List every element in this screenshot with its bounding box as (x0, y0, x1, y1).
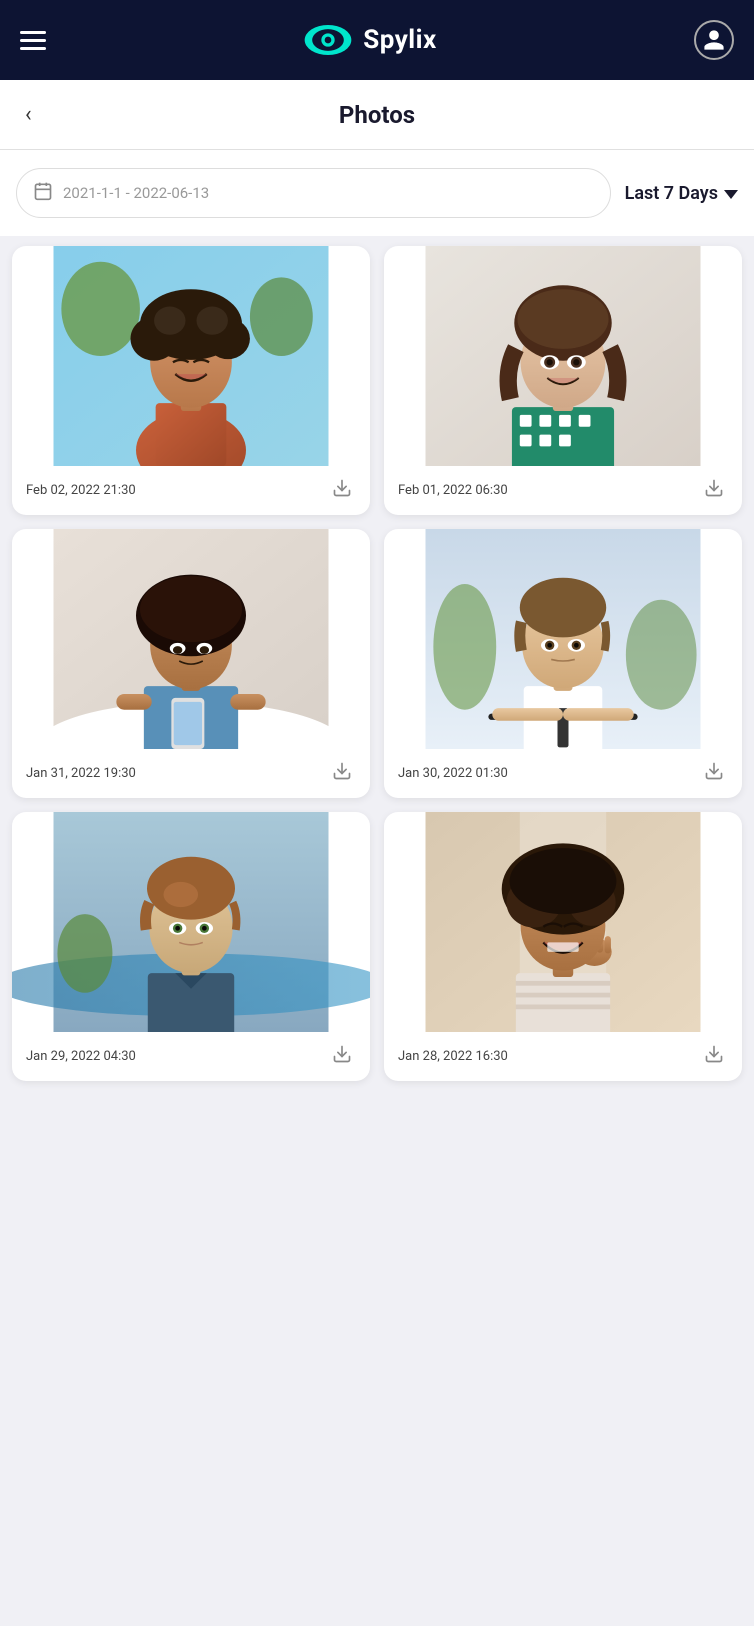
date-range-text: 2021-1-1 - 2022-06-13 (63, 184, 209, 202)
photo-info: Feb 01, 2022 06:30 (384, 466, 742, 515)
photo-thumbnail-2[interactable] (384, 246, 742, 466)
photo-card-2: Feb 01, 2022 06:30 (384, 246, 742, 515)
download-button[interactable] (700, 476, 728, 505)
photo-thumbnail-4[interactable] (384, 529, 742, 749)
days-filter-label: Last 7 Days (625, 183, 718, 204)
spylix-logo-icon (303, 24, 353, 56)
days-filter-dropdown[interactable]: Last 7 Days (625, 183, 738, 204)
page-header: ‹ Photos (0, 80, 754, 150)
calendar-icon (33, 181, 53, 206)
photo-timestamp: Jan 31, 2022 19:30 (26, 766, 136, 781)
photo-card-5: Jan 29, 2022 04:30 (12, 812, 370, 1081)
chevron-down-icon (724, 190, 738, 199)
photo-info: Jan 31, 2022 19:30 (12, 749, 370, 798)
photo-timestamp: Jan 30, 2022 01:30 (398, 766, 508, 781)
photo-thumbnail-3[interactable] (12, 529, 370, 749)
photo-timestamp: Feb 01, 2022 06:30 (398, 483, 508, 498)
hamburger-menu-icon[interactable] (20, 31, 46, 50)
page-title: Photos (339, 101, 415, 129)
photo-info: Jan 28, 2022 16:30 (384, 1032, 742, 1081)
photos-grid: Feb 02, 2022 21:30 (0, 236, 754, 1091)
photo-card-4: Jan 30, 2022 01:30 (384, 529, 742, 798)
back-button[interactable]: ‹ (20, 97, 37, 132)
filter-bar: 2021-1-1 - 2022-06-13 Last 7 Days (0, 150, 754, 236)
photo-timestamp: Feb 02, 2022 21:30 (26, 483, 136, 498)
logo-container: Spylix (303, 24, 437, 56)
photo-card-6: Jan 28, 2022 16:30 (384, 812, 742, 1081)
app-container: Spylix ‹ Photos 2021-1-1 - 2022-06-13 (0, 0, 754, 1626)
photo-card-3: Jan 31, 2022 19:30 (12, 529, 370, 798)
download-button[interactable] (700, 759, 728, 788)
photo-timestamp: Jan 28, 2022 16:30 (398, 1049, 508, 1064)
photo-info: Jan 30, 2022 01:30 (384, 749, 742, 798)
photo-card-1: Feb 02, 2022 21:30 (12, 246, 370, 515)
photo-thumbnail-6[interactable] (384, 812, 742, 1032)
logo-text: Spylix (363, 25, 437, 55)
download-button[interactable] (328, 759, 356, 788)
header: Spylix (0, 0, 754, 80)
user-icon (702, 28, 726, 52)
download-button[interactable] (328, 476, 356, 505)
download-button[interactable] (700, 1042, 728, 1071)
photo-info: Jan 29, 2022 04:30 (12, 1032, 370, 1081)
photo-thumbnail-5[interactable] (12, 812, 370, 1032)
download-button[interactable] (328, 1042, 356, 1071)
photo-thumbnail-1[interactable] (12, 246, 370, 466)
photo-info: Feb 02, 2022 21:30 (12, 466, 370, 515)
photo-timestamp: Jan 29, 2022 04:30 (26, 1049, 136, 1064)
date-range-input[interactable]: 2021-1-1 - 2022-06-13 (16, 168, 611, 218)
profile-icon[interactable] (694, 20, 734, 60)
